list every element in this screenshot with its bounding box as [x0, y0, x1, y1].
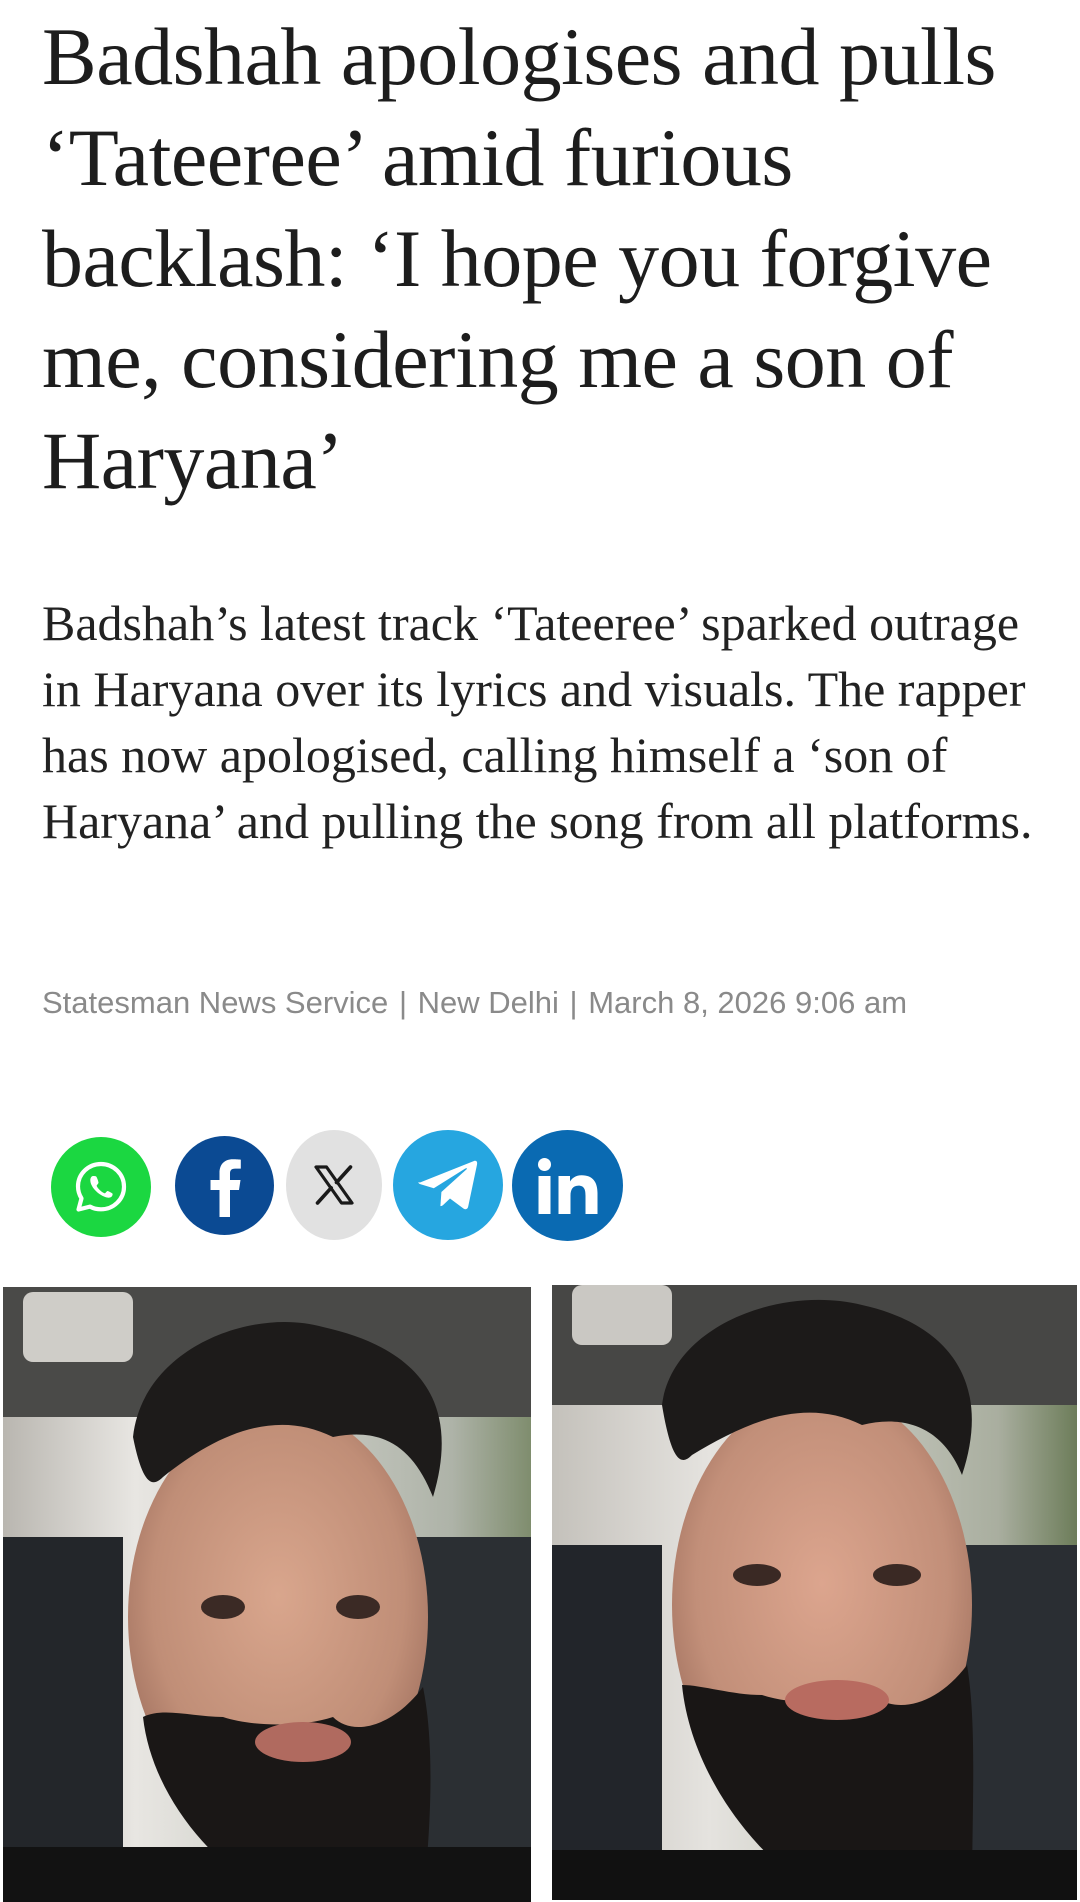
share-linkedin-button[interactable]	[512, 1130, 623, 1241]
telegram-icon	[418, 1160, 478, 1210]
featured-photos	[0, 1285, 1080, 1902]
byline-source[interactable]: Statesman News Service	[42, 985, 388, 1020]
share-telegram-button[interactable]	[393, 1130, 503, 1240]
byline-datetime: March 8, 2026 9:06 am	[588, 985, 908, 1020]
person-photo-right	[552, 1285, 1077, 1900]
x-icon	[314, 1165, 354, 1205]
whatsapp-icon	[75, 1161, 127, 1212]
person-photo-left	[3, 1287, 531, 1902]
share-bar	[0, 1128, 700, 1248]
share-whatsapp-button[interactable]	[51, 1137, 151, 1237]
article-summary: Badshah’s latest track ‘Tateeree’ sparke…	[42, 595, 1033, 849]
featured-photo-right[interactable]	[552, 1285, 1077, 1900]
article-headline: Badshah apologises and pulls ‘Tateeree’ …	[42, 11, 996, 506]
facebook-icon	[210, 1158, 241, 1217]
byline-separator: |	[569, 985, 578, 1020]
share-facebook-button[interactable]	[175, 1136, 274, 1235]
article-byline: Statesman News Service | New Delhi | Mar…	[42, 983, 907, 1023]
byline-location: New Delhi	[417, 985, 559, 1020]
byline-separator: |	[398, 985, 407, 1020]
featured-photo-left[interactable]	[3, 1287, 531, 1902]
share-x-button[interactable]	[286, 1130, 382, 1240]
linkedin-icon	[537, 1157, 597, 1214]
article: Badshah apologises and pulls ‘Tateeree’ …	[0, 0, 1080, 1902]
